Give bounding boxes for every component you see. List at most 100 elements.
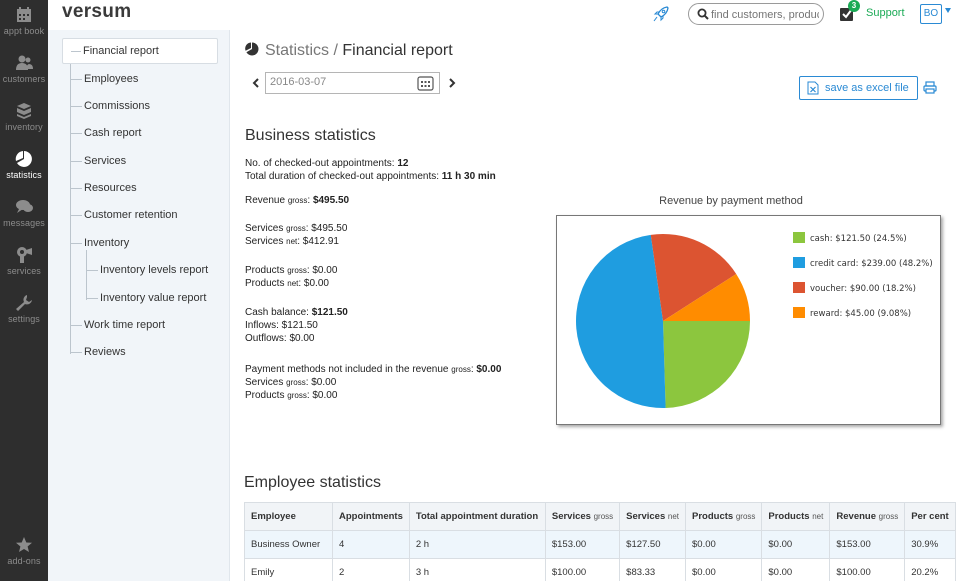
user-menu-button[interactable]: BO xyxy=(920,4,942,24)
column-header[interactable]: Products net xyxy=(761,502,831,531)
total-duration: Total duration of checked-out appointmen… xyxy=(245,171,496,182)
rocket-icon[interactable] xyxy=(652,5,670,23)
table-cell: $83.33 xyxy=(619,558,687,581)
date-picker[interactable] xyxy=(265,72,440,94)
subnav-label: Customer retention xyxy=(84,209,178,221)
calendar-icon xyxy=(17,7,31,22)
cash-balance: Cash balance: $121.50 xyxy=(245,307,348,318)
boxes-icon xyxy=(17,103,31,119)
subnav-label: Services xyxy=(84,155,127,167)
payment-methods-not-included: Payment methods not included in the reve… xyxy=(245,364,502,375)
table-cell: $100.00 xyxy=(544,558,621,581)
table-cell: $0.00 xyxy=(685,558,763,581)
chevron-left-icon[interactable] xyxy=(251,78,261,88)
search-box[interactable] xyxy=(688,3,824,25)
chevron-right-icon[interactable] xyxy=(447,78,457,88)
nav-services[interactable]: services xyxy=(0,246,48,276)
column-header[interactable]: Products gross xyxy=(685,502,763,531)
subnav-cash-report[interactable]: Cash report xyxy=(70,120,141,146)
table-row[interactable]: Emily 2 3 h $100.00 $83.33 $0.00 $0.00 $100.00 2… xyxy=(244,558,956,581)
pie-chart-icon xyxy=(245,42,259,56)
nav-services-label: services xyxy=(7,266,41,276)
pie-slice-credit-card xyxy=(576,234,666,408)
column-header[interactable]: Per cent xyxy=(904,502,956,531)
breadcrumb-statistics[interactable]: Statistics xyxy=(265,42,329,59)
nav-messages[interactable]: messages xyxy=(0,198,48,228)
table-cell: $100.00 xyxy=(829,558,906,581)
search-input[interactable] xyxy=(711,7,819,22)
column-header[interactable]: Appointments xyxy=(332,502,410,531)
versum-logo[interactable]: versum xyxy=(62,1,131,23)
nav-statistics[interactable]: statistics xyxy=(0,150,48,180)
subnav-customer-retention[interactable]: Customer retention xyxy=(70,202,178,228)
table-cell: 2 xyxy=(332,558,410,581)
save-as-excel-label: save as excel file xyxy=(825,82,909,94)
services-net: Services net: $412.91 xyxy=(245,236,339,247)
subnav-inventory-value-report[interactable]: Inventory value report xyxy=(86,285,206,311)
employee-statistics-heading: Employee statistics xyxy=(244,474,381,491)
tasks-count-badge: 3 xyxy=(848,0,860,12)
speech-bubbles-icon xyxy=(16,200,33,213)
outflows: Outflows: $0.00 xyxy=(245,333,315,344)
column-header[interactable]: Services gross xyxy=(544,502,621,531)
revenue-gross: Revenue gross: $495.50 xyxy=(245,195,350,206)
subnav-work-time-report[interactable]: Work time report xyxy=(70,312,165,338)
subnav-services[interactable]: Services xyxy=(70,148,126,174)
subnav-financial-report[interactable]: Financial report xyxy=(62,38,218,64)
subnav-employees[interactable]: Employees xyxy=(70,66,138,92)
subnav-label: Work time report xyxy=(84,319,166,331)
products-gross: Products gross: $0.00 xyxy=(245,265,338,276)
nav-inventory[interactable]: inventory xyxy=(0,102,48,132)
search-icon xyxy=(697,8,709,20)
legend-swatch-reward xyxy=(793,307,805,318)
subnav-commissions[interactable]: Commissions xyxy=(70,93,150,119)
not-included-services-gross: Services gross: $0.00 xyxy=(245,377,337,388)
date-input[interactable] xyxy=(270,76,410,88)
revenue-pie-chart: cash: $121.50 (24.5%) credit card: $239.0… xyxy=(556,215,941,425)
page-title: Statistics / Financial report xyxy=(245,42,453,60)
legend-swatch-credit-card xyxy=(793,257,805,268)
legend-label-cash: cash: $121.50 (24.5%) xyxy=(810,234,907,244)
column-header[interactable]: Employee xyxy=(244,502,333,531)
table-cell: Emily xyxy=(244,558,333,581)
table-cell: $153.00 xyxy=(544,530,621,559)
nav-appt-book[interactable]: appt book xyxy=(0,6,48,36)
print-icon[interactable] xyxy=(923,81,937,94)
subnav-resources[interactable]: Resources xyxy=(70,175,137,201)
table-row[interactable]: Business Owner 4 2 h $153.00 $127.50 $0.00 $0.… xyxy=(244,530,956,559)
table-cell: 4 xyxy=(332,530,410,559)
wrench-icon xyxy=(16,295,32,311)
subnav-inventory[interactable]: Inventory xyxy=(70,230,129,256)
table-cell: 20.2% xyxy=(904,558,956,581)
nav-add-ons-label: add-ons xyxy=(7,556,41,566)
chevron-down-icon[interactable] xyxy=(945,8,951,13)
pie-chart-icon xyxy=(15,151,32,167)
column-header[interactable]: Total appointment duration xyxy=(408,502,546,531)
subnav-reviews[interactable]: Reviews xyxy=(70,339,126,365)
nav-add-ons[interactable]: add-ons xyxy=(0,536,48,566)
statistics-subnav: Financial report Employees Commissions C… xyxy=(48,30,230,581)
support-link[interactable]: Support xyxy=(866,7,905,19)
inflows: Inflows: $121.50 xyxy=(245,320,318,331)
table-header-row: Employee Appointments Total appointment du… xyxy=(244,502,956,531)
calendar-icon[interactable] xyxy=(417,75,434,91)
legend-label-credit-card: credit card: $239.00 (48.2%) xyxy=(810,259,933,269)
table-cell: $127.50 xyxy=(619,530,687,559)
save-as-excel-button[interactable]: save as excel file xyxy=(799,76,918,100)
app-nav-bar: appt book customers inventory statistics… xyxy=(0,0,48,581)
nav-settings-label: settings xyxy=(8,314,40,324)
table-cell: Business Owner xyxy=(244,530,333,559)
column-header[interactable]: Services net xyxy=(619,502,687,531)
nav-customers[interactable]: customers xyxy=(0,54,48,84)
employee-statistics-table: Employee Appointments Total appointment du… xyxy=(244,502,956,581)
nav-settings[interactable]: settings xyxy=(0,294,48,324)
column-header[interactable]: Revenue gross xyxy=(829,502,906,531)
nav-customers-label: customers xyxy=(2,74,46,84)
subnav-inventory-levels-report[interactable]: Inventory levels report xyxy=(86,257,208,283)
table-cell: $153.00 xyxy=(829,530,906,559)
nav-inventory-label: inventory xyxy=(5,122,43,132)
breadcrumb-separator: / xyxy=(329,42,343,59)
nav-statistics-label: statistics xyxy=(6,170,42,180)
legend-swatch-voucher xyxy=(793,282,805,293)
nav-messages-label: messages xyxy=(3,218,45,228)
